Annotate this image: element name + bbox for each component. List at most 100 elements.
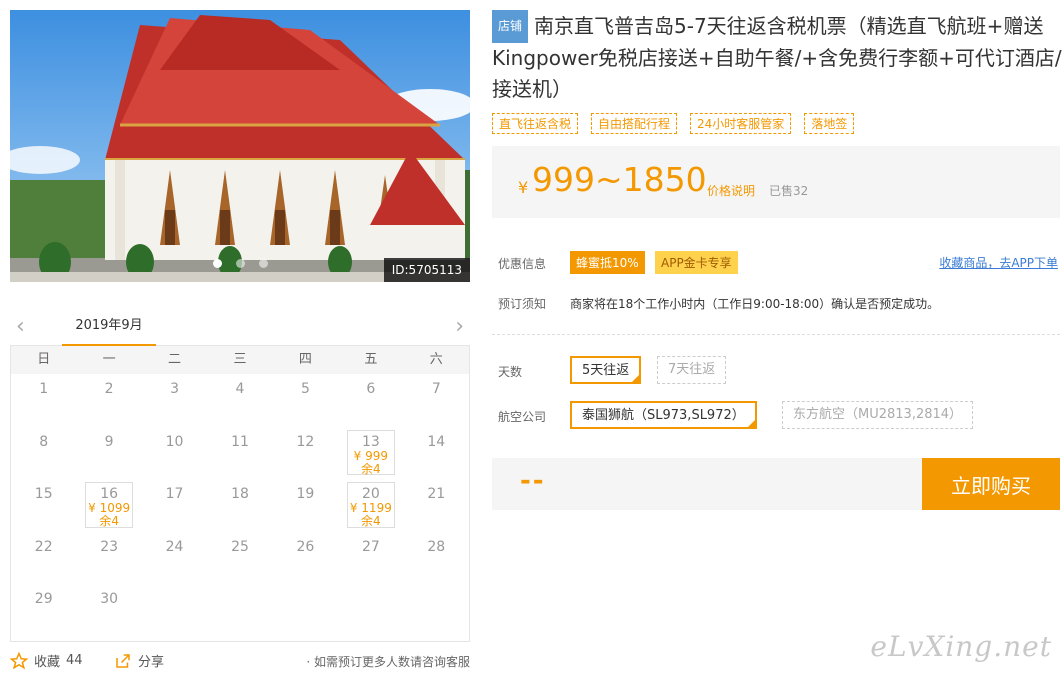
calendar-day: 19 — [273, 479, 338, 532]
day-number: 23 — [100, 538, 119, 555]
weekday-label: 二 — [168, 352, 182, 367]
calendar-day: 10 — [142, 427, 207, 480]
calendar-day-available[interactable]: 13 ¥ 999 余4 — [347, 429, 395, 476]
calendar-day: 7 — [404, 374, 469, 427]
calendar-day-available[interactable]: 20 ¥ 1199 余4 — [347, 482, 395, 528]
price-range: 999~1850 — [532, 160, 707, 199]
option-7-days[interactable]: 7天往返 — [657, 356, 727, 384]
product-tag: 落地签 — [804, 113, 855, 134]
day-number: 20 — [361, 486, 380, 502]
day-number: 24 — [165, 538, 184, 555]
day-number: 13 — [361, 433, 380, 450]
day-number: 28 — [427, 538, 446, 555]
weekday-label: 一 — [102, 352, 116, 367]
day-number: 7 — [431, 381, 441, 397]
buy-now-button[interactable]: 立即购买 — [922, 458, 1060, 510]
weekday-label: 六 — [429, 352, 443, 367]
price-currency: ¥ — [518, 178, 529, 197]
day-number: 19 — [296, 486, 315, 502]
buy-bar: -- 立即购买 — [492, 458, 1060, 510]
day-stock: 余4 — [361, 514, 381, 528]
weekday-label: 五 — [364, 352, 378, 367]
calendar-day: 27 — [338, 532, 403, 585]
day-number: 25 — [231, 538, 249, 555]
day-number: 14 — [427, 433, 446, 450]
promo-label: 优惠信息 — [498, 257, 547, 271]
calendar-day: 15 — [11, 479, 76, 532]
calendar-day: 9 — [76, 427, 141, 480]
notice-label: 预订须知 — [498, 297, 547, 311]
day-number: 26 — [296, 538, 315, 555]
chevron-left-icon[interactable]: ‹ — [16, 314, 25, 339]
calendar-days: 1 2 3 4 5 6 7 8 9 10 11 12 13 ¥ 999 余4 14 15 16 ¥ 1099 余4 17… — [11, 374, 469, 637]
carousel-dot[interactable] — [212, 259, 222, 268]
divider — [492, 334, 1060, 335]
weekday-label: 日 — [37, 352, 51, 367]
calendar-day: 18 — [207, 479, 272, 532]
calendar-day: 28 — [404, 532, 469, 585]
favorite-app-link[interactable]: 收藏商品，去APP下单 — [939, 254, 1058, 271]
calendar-day: 3 — [142, 374, 207, 427]
day-number: 5 — [300, 381, 310, 397]
calendar-day: 29 — [11, 584, 76, 637]
share-label: 分享 — [138, 655, 165, 670]
day-number: 17 — [165, 486, 184, 502]
favorite-label: 收藏 — [34, 655, 61, 670]
calendar-day: 5 — [273, 374, 338, 427]
day-number: 4 — [235, 381, 245, 397]
favorite-button[interactable]: 收藏 44 — [10, 651, 83, 670]
day-number: 30 — [100, 591, 119, 607]
shop-badge: 店铺 — [492, 10, 529, 43]
day-number: 9 — [104, 433, 114, 450]
calendar-day: 21 — [404, 479, 469, 532]
day-number: 12 — [296, 433, 315, 450]
calendar-day: 22 — [11, 532, 76, 585]
day-number: 21 — [427, 486, 446, 502]
day-number: 3 — [170, 381, 180, 397]
calendar-day: 8 — [11, 427, 76, 480]
chevron-right-icon[interactable]: › — [455, 314, 464, 339]
calendar-day: 1 — [11, 374, 76, 427]
calendar-day: 17 — [142, 479, 207, 532]
option-thai-lion-air[interactable]: 泰国狮航（SL973,SL972） — [570, 401, 757, 429]
temple-photo — [10, 10, 470, 282]
product-tag: 直飞往返含税 — [492, 113, 579, 134]
calendar-day: 12 — [273, 427, 338, 480]
day-number: 18 — [231, 486, 249, 502]
promo-badge-honey: 蜂蜜抵10% — [570, 251, 645, 274]
day-number: 11 — [231, 433, 249, 450]
bottom-actions: 收藏 44 分享 · 如需预订更多人数请咨询客服 — [10, 651, 470, 675]
carousel-dot[interactable] — [235, 259, 245, 268]
calendar-weekdays: 日一二三四五六 — [11, 346, 469, 374]
promo-badge-app-gold: APP金卡专享 — [655, 251, 738, 274]
day-price: ¥ 999 — [353, 448, 389, 463]
share-button[interactable]: 分享 — [114, 651, 164, 670]
calendar-month-tab[interactable]: 2019年9月 — [62, 308, 156, 346]
calendar-day: 24 — [142, 532, 207, 585]
day-number: 8 — [39, 433, 49, 450]
day-stock: 余4 — [361, 461, 381, 476]
carousel-dot[interactable] — [258, 259, 268, 268]
calendar-header: ‹ 2019年9月 › — [10, 308, 470, 346]
calendar-day: 2 — [76, 374, 141, 427]
price-box: ¥ 999~1850 价格说明 已售32 — [492, 146, 1060, 218]
day-number: 22 — [34, 538, 53, 555]
price-calendar: 日一二三四五六 1 2 3 4 5 6 7 8 9 10 11 12 13 ¥ 999 余4 14 15 16 ¥ … — [10, 346, 470, 642]
calendar-day: 25 — [207, 532, 272, 585]
weekday-label: 三 — [233, 352, 247, 367]
calendar-day: 6 — [338, 374, 403, 427]
calendar-day: 30 — [76, 584, 141, 637]
option-china-eastern[interactable]: 东方航空（MU2813,2814） — [782, 401, 974, 429]
product-hero-image[interactable]: ID:5705113 — [10, 10, 470, 282]
price-explain-link[interactable]: 价格说明 — [707, 182, 755, 199]
days-label: 天数 — [498, 365, 523, 379]
calendar-day-available[interactable]: 16 ¥ 1099 余4 — [85, 482, 133, 528]
day-number: 16 — [100, 486, 119, 502]
day-number: 29 — [34, 591, 53, 607]
product-title: 店铺 南京直飞普吉岛5-7天往返含税机票（精选直飞航班+赠送Kingpower免税… — [492, 10, 1062, 105]
sold-count: 已售32 — [769, 184, 809, 198]
day-number: 15 — [34, 486, 53, 502]
option-5-days[interactable]: 5天往返 — [570, 356, 642, 384]
day-number: 10 — [165, 433, 184, 450]
day-number: 1 — [39, 381, 49, 397]
